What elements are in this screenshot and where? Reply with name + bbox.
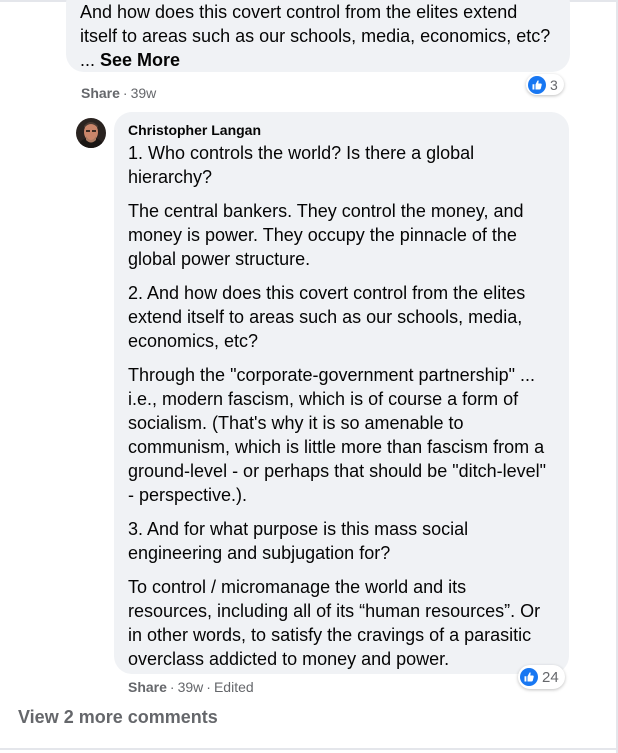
reply-paragraph: 1. Who controls the world? Is there a gl… <box>128 143 475 187</box>
parent-reaction-badge[interactable]: 3 <box>526 74 564 95</box>
parent-reaction-count: 3 <box>550 76 558 93</box>
reply-paragraph: To control / micromanage the world and i… <box>128 577 541 669</box>
comment-author-name[interactable]: Christopher Langan <box>128 122 261 138</box>
reply-comment-time[interactable]: 39w <box>178 679 204 695</box>
reply-comment-body: 1. Who controls the world? Is there a gl… <box>128 141 555 681</box>
reply-paragraph: 2. And how does this covert control from… <box>128 283 526 351</box>
meta-separator: · <box>122 85 128 101</box>
parent-comment-meta: Share · 39w <box>81 85 156 101</box>
edited-label[interactable]: Edited <box>214 679 254 695</box>
parent-comment-bubble: And how does this covert control from th… <box>66 0 570 72</box>
reply-comment-meta: Share · 39w · Edited <box>128 679 254 695</box>
reply-reaction-count: 24 <box>542 668 559 686</box>
like-thumb-icon <box>520 668 538 686</box>
reply-share-link[interactable]: Share <box>128 679 167 695</box>
parent-comment-time[interactable]: 39w <box>131 85 157 101</box>
see-more-link[interactable]: See More <box>100 50 180 70</box>
like-thumb-icon <box>528 75 546 94</box>
reply-paragraph: 3. And for what purpose is this mass soc… <box>128 519 469 563</box>
parent-comment-text: And how does this covert control from th… <box>80 0 558 72</box>
view-more-comments-link[interactable]: View 2 more comments <box>18 707 218 728</box>
avatar[interactable] <box>76 118 106 148</box>
meta-separator: · <box>206 679 211 695</box>
parent-share-link[interactable]: Share <box>81 85 120 101</box>
reply-comment-bubble: Christopher Langan 1. Who controls the w… <box>114 112 569 674</box>
reply-paragraph: Through the "corporate-government partne… <box>128 365 547 505</box>
meta-separator: · <box>169 679 175 695</box>
reply-paragraph: The central bankers. They control the mo… <box>128 201 524 269</box>
reply-reaction-badge[interactable]: 24 <box>518 665 565 689</box>
bottom-divider <box>0 748 618 750</box>
